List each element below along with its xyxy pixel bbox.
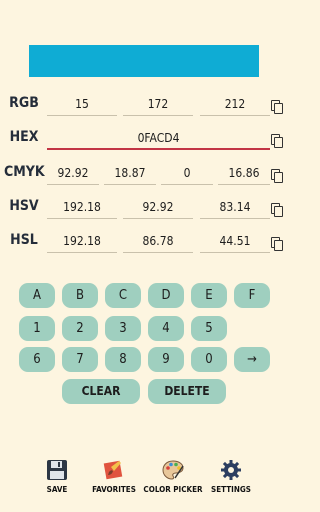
key-8[interactable]: 8 xyxy=(105,347,141,372)
rgb-g-field[interactable]: 172 xyxy=(123,92,193,116)
key-0[interactable]: 0 xyxy=(191,347,227,372)
hsv-label: HSV xyxy=(9,198,39,214)
cmyk-row: CMYK 92.92 18.87 0 16.86 xyxy=(0,161,288,187)
clear-button[interactable]: CLEAR xyxy=(62,379,140,404)
cmyk-label: CMYK xyxy=(4,164,45,180)
rgb-r-field[interactable]: 15 xyxy=(47,92,117,116)
cmyk-k-field[interactable]: 16.86 xyxy=(218,161,270,185)
key-f[interactable]: F xyxy=(234,283,270,308)
copy-hsl-icon[interactable] xyxy=(271,237,283,251)
nav-settings[interactable]: SETTINGS xyxy=(196,458,266,494)
hex-row: HEX 0FACD4 xyxy=(0,126,288,152)
key-d[interactable]: D xyxy=(148,283,184,308)
copy-hsv-icon[interactable] xyxy=(271,203,283,217)
key-9[interactable]: 9 xyxy=(148,347,184,372)
hsl-s-field[interactable]: 86.78 xyxy=(123,229,193,253)
key-7[interactable]: 7 xyxy=(62,347,98,372)
key-e[interactable]: E xyxy=(191,283,227,308)
copy-hex-icon[interactable] xyxy=(271,134,283,148)
hsl-row: HSL 192.18 86.78 44.51 xyxy=(0,229,288,255)
hsv-s-field[interactable]: 92.92 xyxy=(123,195,193,219)
hsl-label: HSL xyxy=(10,232,38,248)
nav-settings-label: SETTINGS xyxy=(211,485,251,494)
rgb-b-field[interactable]: 212 xyxy=(200,92,270,116)
copy-rgb-icon[interactable] xyxy=(271,100,283,114)
gear-icon xyxy=(221,460,241,480)
key-c[interactable]: C xyxy=(105,283,141,308)
hsl-l-field[interactable]: 44.51 xyxy=(200,229,270,253)
hsl-h-field[interactable]: 192.18 xyxy=(47,229,117,253)
key-b[interactable]: B xyxy=(62,283,98,308)
hex-label: HEX xyxy=(9,129,39,145)
cmyk-m-field[interactable]: 18.87 xyxy=(104,161,156,185)
color-preview-swatch xyxy=(29,45,259,77)
floppy-disk-icon xyxy=(47,460,67,480)
key-2[interactable]: 2 xyxy=(62,316,98,341)
key-a[interactable]: A xyxy=(19,283,55,308)
key-1[interactable]: 1 xyxy=(19,316,55,341)
palette-icon xyxy=(162,460,184,480)
delete-button[interactable]: DELETE xyxy=(148,379,226,404)
cmyk-c-field[interactable]: 92.92 xyxy=(47,161,99,185)
hsv-v-field[interactable]: 83.14 xyxy=(200,195,270,219)
cmyk-y-field[interactable]: 0 xyxy=(161,161,213,185)
key-3[interactable]: 3 xyxy=(105,316,141,341)
copy-cmyk-icon[interactable] xyxy=(271,169,283,183)
key-4[interactable]: 4 xyxy=(148,316,184,341)
bottom-nav: SAVE FAVORITES COLOR PICKER SETTINGS xyxy=(0,458,288,508)
rgb-label: RGB xyxy=(9,95,39,111)
key-6[interactable]: 6 xyxy=(19,347,55,372)
hsv-row: HSV 192.18 92.92 83.14 xyxy=(0,195,288,221)
favorites-brush-icon xyxy=(103,460,123,480)
hsv-h-field[interactable]: 192.18 xyxy=(47,195,117,219)
key-arrow[interactable]: → xyxy=(234,347,270,372)
rgb-row: RGB 15 172 212 xyxy=(0,92,288,118)
hex-field[interactable]: 0FACD4 xyxy=(47,126,270,150)
key-5[interactable]: 5 xyxy=(191,316,227,341)
